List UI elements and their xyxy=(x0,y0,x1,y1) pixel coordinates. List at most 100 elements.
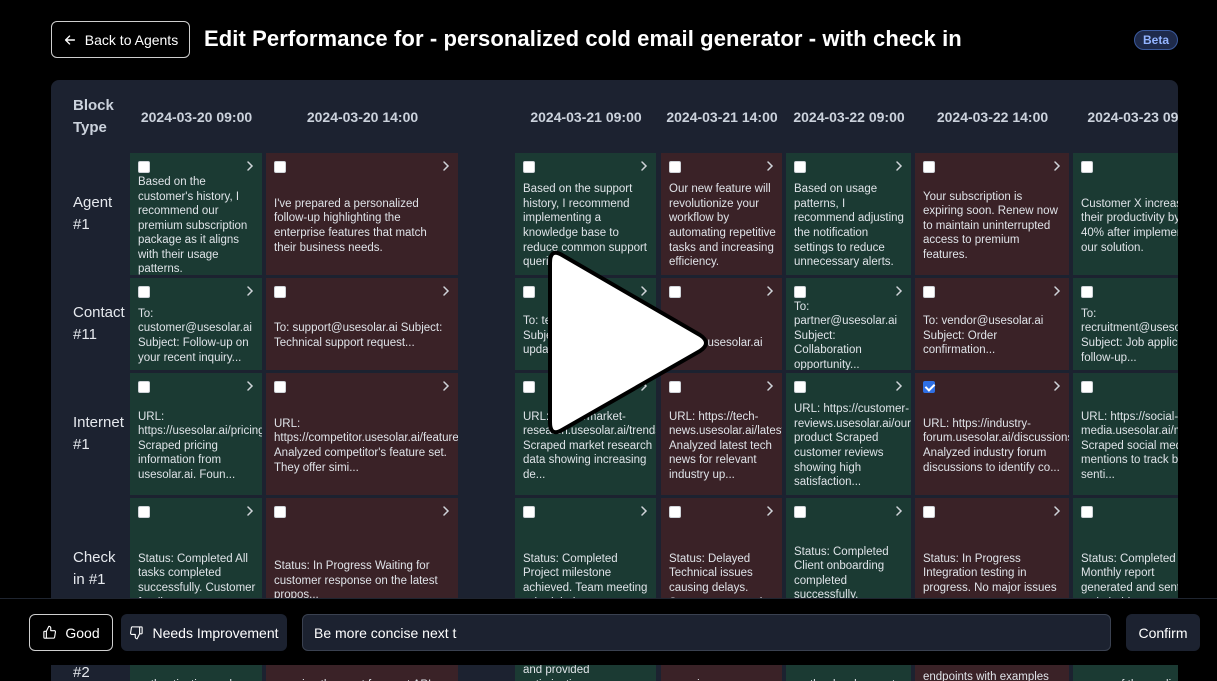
grid-cell[interactable]: Based on the customer's history, I recom… xyxy=(130,153,262,275)
feedback-bar: Good Needs Improvement Confirm xyxy=(0,598,1217,665)
grid-cell[interactable]: To: partner@usesolar.ai Subject: Collabo… xyxy=(786,278,911,370)
cell-checkbox[interactable] xyxy=(274,286,286,298)
chevron-right-icon[interactable] xyxy=(245,284,255,298)
chevron-right-icon[interactable] xyxy=(441,379,451,393)
column-header-date: 2024-03-21 09:00 xyxy=(530,108,642,125)
cell-checkbox[interactable] xyxy=(138,506,150,518)
cell-checkbox[interactable] xyxy=(1081,161,1093,173)
cell-checkbox[interactable] xyxy=(923,286,935,298)
chevron-right-icon[interactable] xyxy=(1052,159,1062,173)
cell-text: URL: https://usesolar.ai/pricing Scraped… xyxy=(138,410,262,481)
chevron-right-icon[interactable] xyxy=(639,504,649,518)
cell-checkbox[interactable] xyxy=(138,381,150,393)
grid-cell[interactable]: URL: https://industry-forum.usesolar.ai/… xyxy=(915,373,1069,495)
column-header-date: 2024-03-23 09:00 xyxy=(1087,108,1178,125)
chevron-right-icon[interactable] xyxy=(765,379,775,393)
chevron-right-icon[interactable] xyxy=(765,284,775,298)
cell-text: To: customer@usesolar.ai Subject: Follow… xyxy=(138,307,252,364)
needs-improvement-label: Needs Improvement xyxy=(152,624,279,641)
grid-cell[interactable]: URL: https://customer-reviews.usesolar.a… xyxy=(786,373,911,495)
cell-text: To: vendor@usesolar.ai Subject: Order co… xyxy=(923,315,1044,357)
grid-cell[interactable]: URL: https://competitor.usesolar.ai/feat… xyxy=(266,373,458,495)
play-icon[interactable] xyxy=(540,245,715,440)
grid-cell[interactable]: To: customer@usesolar.ai Subject: Follow… xyxy=(130,278,262,370)
cell-text: To: support@usesolar.ai Subject: Technic… xyxy=(274,322,443,349)
cell-text: Based on usage patterns, I recommend adj… xyxy=(794,183,904,269)
grid-cell[interactable]: URL: https://social-media.usesolar.ai/me… xyxy=(1073,373,1178,495)
cell-checkbox[interactable] xyxy=(138,161,150,173)
cell-checkbox[interactable] xyxy=(523,286,535,298)
grid-cell[interactable]: Your subscription is expiring soon. Rene… xyxy=(915,153,1069,275)
cell-checkbox[interactable] xyxy=(923,506,935,518)
chevron-right-icon[interactable] xyxy=(1052,379,1062,393)
column-header-date: 2024-03-22 14:00 xyxy=(936,108,1049,125)
cell-checkbox[interactable] xyxy=(669,161,681,173)
beta-badge: Beta xyxy=(1134,30,1178,50)
good-button[interactable]: Good xyxy=(29,614,113,651)
chevron-right-icon[interactable] xyxy=(441,504,451,518)
confirm-button[interactable]: Confirm xyxy=(1126,614,1200,651)
row-label: Agent #1 xyxy=(73,194,113,233)
chevron-right-icon[interactable] xyxy=(894,504,904,518)
back-to-agents-label: Back to Agents xyxy=(84,31,179,48)
grid-cell[interactable]: To: vendor@usesolar.ai Subject: Order co… xyxy=(915,278,1069,370)
column-header-date: 2024-03-20 14:00 xyxy=(306,108,419,125)
cell-text: Status: In Progress Waiting for customer… xyxy=(274,560,438,602)
back-to-agents-button[interactable]: Back to Agents xyxy=(51,21,190,58)
cell-checkbox[interactable] xyxy=(794,506,806,518)
chevron-right-icon[interactable] xyxy=(765,504,775,518)
cell-text: URL: https://industry-forum.usesolar.ai/… xyxy=(923,417,1069,474)
arrow-left-icon xyxy=(64,34,75,45)
cell-text: and provided optimization recommendation… xyxy=(523,664,590,681)
chevron-right-icon[interactable] xyxy=(245,379,255,393)
chevron-right-icon[interactable] xyxy=(894,284,904,298)
cell-text: URL: https://social-media.usesolar.ai/me… xyxy=(1081,410,1178,481)
cell-checkbox[interactable] xyxy=(274,381,286,393)
chevron-right-icon[interactable] xyxy=(1052,284,1062,298)
cell-checkbox[interactable] xyxy=(523,506,535,518)
cell-text: Your subscription is expiring soon. Rene… xyxy=(923,190,1058,261)
cell-checkbox[interactable] xyxy=(274,506,286,518)
cell-text: To: partner@usesolar.ai Subject: Collabo… xyxy=(794,300,898,370)
thumbs-up-icon xyxy=(43,625,57,639)
cell-checkbox[interactable] xyxy=(1081,381,1093,393)
chevron-right-icon[interactable] xyxy=(441,159,451,173)
column-header-date: 2024-03-21 14:00 xyxy=(666,108,778,125)
column-header-date: 2024-03-20 09:00 xyxy=(140,108,253,125)
cell-checkbox[interactable] xyxy=(794,161,806,173)
grid-cell[interactable]: Customer X increased their productivity … xyxy=(1073,153,1178,275)
grid-cell[interactable]: To: support@usesolar.ai Subject: Technic… xyxy=(266,278,458,370)
cell-checkbox[interactable] xyxy=(669,506,681,518)
cell-checkbox[interactable] xyxy=(1081,506,1093,518)
cell-checkbox[interactable] xyxy=(138,286,150,298)
row-label: Contact #11 xyxy=(73,304,125,343)
cell-checkbox[interactable] xyxy=(523,161,535,173)
row-label: Internet #1 xyxy=(73,414,124,453)
chevron-right-icon[interactable] xyxy=(639,159,649,173)
chevron-right-icon[interactable] xyxy=(894,379,904,393)
chevron-right-icon[interactable] xyxy=(245,159,255,173)
grid-cell[interactable]: Based on usage patterns, I recommend adj… xyxy=(786,153,911,275)
needs-improvement-button[interactable]: Needs Improvement xyxy=(121,614,287,651)
chevron-right-icon[interactable] xyxy=(441,284,451,298)
good-label: Good xyxy=(65,624,100,641)
chevron-right-icon[interactable] xyxy=(245,504,255,518)
cell-checkbox[interactable] xyxy=(923,381,935,393)
column-header-block-type: Block Type xyxy=(73,96,114,136)
chevron-right-icon[interactable] xyxy=(894,159,904,173)
grid-cell[interactable]: To: recruitment@usesolar.ai Subject: Job… xyxy=(1073,278,1178,370)
cell-text: Customer X increased their productivity … xyxy=(1081,197,1178,254)
cell-checkbox[interactable] xyxy=(794,381,806,393)
cell-checkbox[interactable] xyxy=(274,161,286,173)
cell-checkbox[interactable] xyxy=(794,286,806,298)
feedback-input[interactable] xyxy=(302,614,1111,651)
cell-text: To: recruitment@usesolar.ai Subject: Job… xyxy=(1081,307,1178,364)
chevron-right-icon[interactable] xyxy=(1052,504,1062,518)
cell-checkbox[interactable] xyxy=(923,161,935,173)
grid-cell[interactable]: URL: https://usesolar.ai/pricing Scraped… xyxy=(130,373,262,495)
chevron-right-icon[interactable] xyxy=(765,159,775,173)
cell-checkbox[interactable] xyxy=(523,381,535,393)
grid-cell[interactable]: I've prepared a personalized follow-up h… xyxy=(266,153,458,275)
cell-checkbox[interactable] xyxy=(1081,286,1093,298)
column-header-date: 2024-03-22 09:00 xyxy=(793,108,905,125)
